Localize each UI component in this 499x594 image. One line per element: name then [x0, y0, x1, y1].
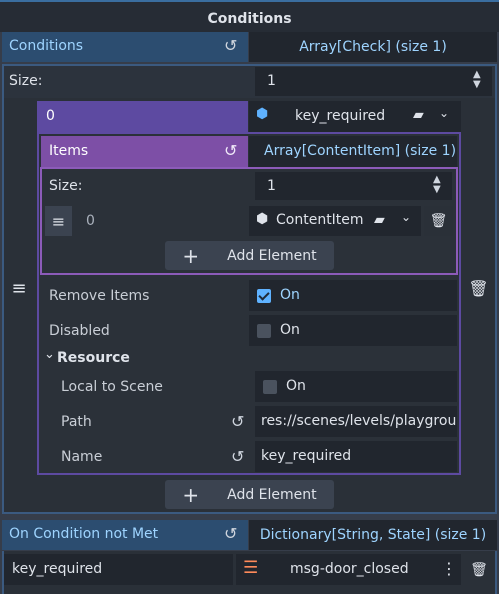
- conditions-size-input[interactable]: 1 ▲ ▼: [255, 67, 492, 96]
- revert-icon[interactable]: ↺: [231, 447, 244, 466]
- element-resource-picker[interactable]: ⬢ key_required ▰ ⌄: [249, 101, 461, 132]
- dictionary-key-value: key_required: [12, 561, 103, 577]
- drag-handle-icon[interactable]: ≡: [4, 100, 34, 476]
- name-input[interactable]: key_required: [255, 441, 457, 472]
- dictionary-key-input[interactable]: key_required: [4, 554, 233, 585]
- conditions-property-row[interactable]: Conditions ↺: [2, 32, 248, 62]
- chevron-down-icon: ⌄: [44, 347, 55, 362]
- drag-handle-icon[interactable]: ≡: [45, 206, 72, 236]
- conditions-label: Conditions: [9, 38, 84, 54]
- more-options-icon[interactable]: ⋮: [441, 559, 457, 578]
- delete-element-icon[interactable]: 🗑: [424, 206, 453, 236]
- conditions-size-label: Size:: [9, 73, 43, 89]
- items-add-element-button[interactable]: + Add Element: [165, 241, 334, 270]
- local-to-scene-checkbox[interactable]: On: [255, 371, 457, 402]
- checkbox-unchecked-icon: [257, 324, 271, 338]
- revert-icon[interactable]: ↺: [224, 524, 237, 543]
- element-index: 0: [46, 108, 55, 124]
- conditions-array-button[interactable]: Array[Check] (size 1): [249, 32, 497, 62]
- items-array-button[interactable]: Array[ContentItem] (size 1): [249, 136, 457, 167]
- delete-element-icon[interactable]: 🗑: [462, 100, 495, 476]
- path-input[interactable]: res://scenes/levels/playgrou: [255, 406, 457, 437]
- items-size-value: 1: [267, 178, 276, 194]
- section-title: Conditions: [0, 0, 499, 32]
- items-element-resource-picker[interactable]: ⬢ ContentItem ▰ ⌄: [249, 206, 421, 236]
- local-to-scene-label: Local to Scene: [61, 379, 163, 395]
- items-size-input[interactable]: 1 ▲ ▼: [255, 172, 452, 200]
- disabled-label: Disabled: [49, 323, 110, 339]
- delete-entry-icon[interactable]: 🗑: [464, 554, 494, 585]
- chevron-down-icon[interactable]: ⌄: [439, 106, 449, 120]
- dictionary-entry-value: msg-door_closed: [290, 561, 409, 577]
- checkbox-unchecked-icon: [263, 380, 277, 394]
- conditions-add-element-label: Add Element: [227, 486, 317, 503]
- revert-icon[interactable]: ↺: [224, 141, 237, 160]
- path-label: Path: [61, 414, 92, 430]
- name-value: key_required: [261, 448, 352, 464]
- path-value: res://scenes/levels/playgrou: [261, 413, 457, 429]
- list-icon: ☰: [243, 558, 259, 578]
- conditions-add-element-button[interactable]: + Add Element: [165, 480, 334, 509]
- resource-cube-icon: ⬢: [256, 106, 269, 122]
- items-element-index: 0: [86, 213, 95, 229]
- items-property-row[interactable]: Items ↺: [41, 136, 248, 167]
- conditions-size-value: 1: [267, 73, 276, 89]
- stepper-icon[interactable]: ▲ ▼: [473, 70, 481, 90]
- items-size-label: Size:: [49, 178, 83, 194]
- on-condition-not-met-property-row[interactable]: On Condition not Met ↺: [2, 520, 248, 550]
- remove-items-label: Remove Items: [49, 288, 150, 304]
- resource-group-label: Resource: [57, 350, 130, 366]
- resource-group-header[interactable]: ⌄ Resource: [41, 347, 457, 369]
- remove-items-value: On: [280, 287, 300, 303]
- items-label: Items: [49, 143, 89, 159]
- checkbox-checked-icon: [257, 289, 271, 303]
- items-add-element-label: Add Element: [227, 247, 317, 264]
- folder-icon[interactable]: ▰: [374, 212, 385, 228]
- element-resource-name: key_required: [295, 108, 386, 124]
- on-condition-not-met-label: On Condition not Met: [9, 526, 159, 542]
- local-to-scene-value: On: [286, 378, 306, 394]
- dictionary-value-picker[interactable]: ☰ msg-door_closed ⋮: [236, 554, 461, 585]
- stepper-icon[interactable]: ▲ ▼: [433, 175, 441, 195]
- disabled-value: On: [280, 322, 300, 338]
- disabled-checkbox[interactable]: On: [249, 315, 457, 346]
- element-index-row: 0: [37, 101, 248, 132]
- items-element-resource-name: ContentItem: [276, 212, 364, 228]
- on-condition-not-met-dictionary-button[interactable]: Dictionary[String, State] (size 1): [249, 520, 497, 550]
- remove-items-checkbox[interactable]: On: [249, 280, 457, 311]
- folder-icon[interactable]: ▰: [413, 107, 424, 123]
- resource-cube-icon: ⬢: [256, 211, 269, 227]
- name-label: Name: [61, 449, 103, 465]
- plus-icon: +: [182, 482, 200, 507]
- chevron-down-icon[interactable]: ⌄: [401, 210, 411, 224]
- plus-icon: +: [182, 243, 200, 268]
- revert-icon[interactable]: ↺: [224, 36, 237, 55]
- revert-icon[interactable]: ↺: [231, 412, 244, 431]
